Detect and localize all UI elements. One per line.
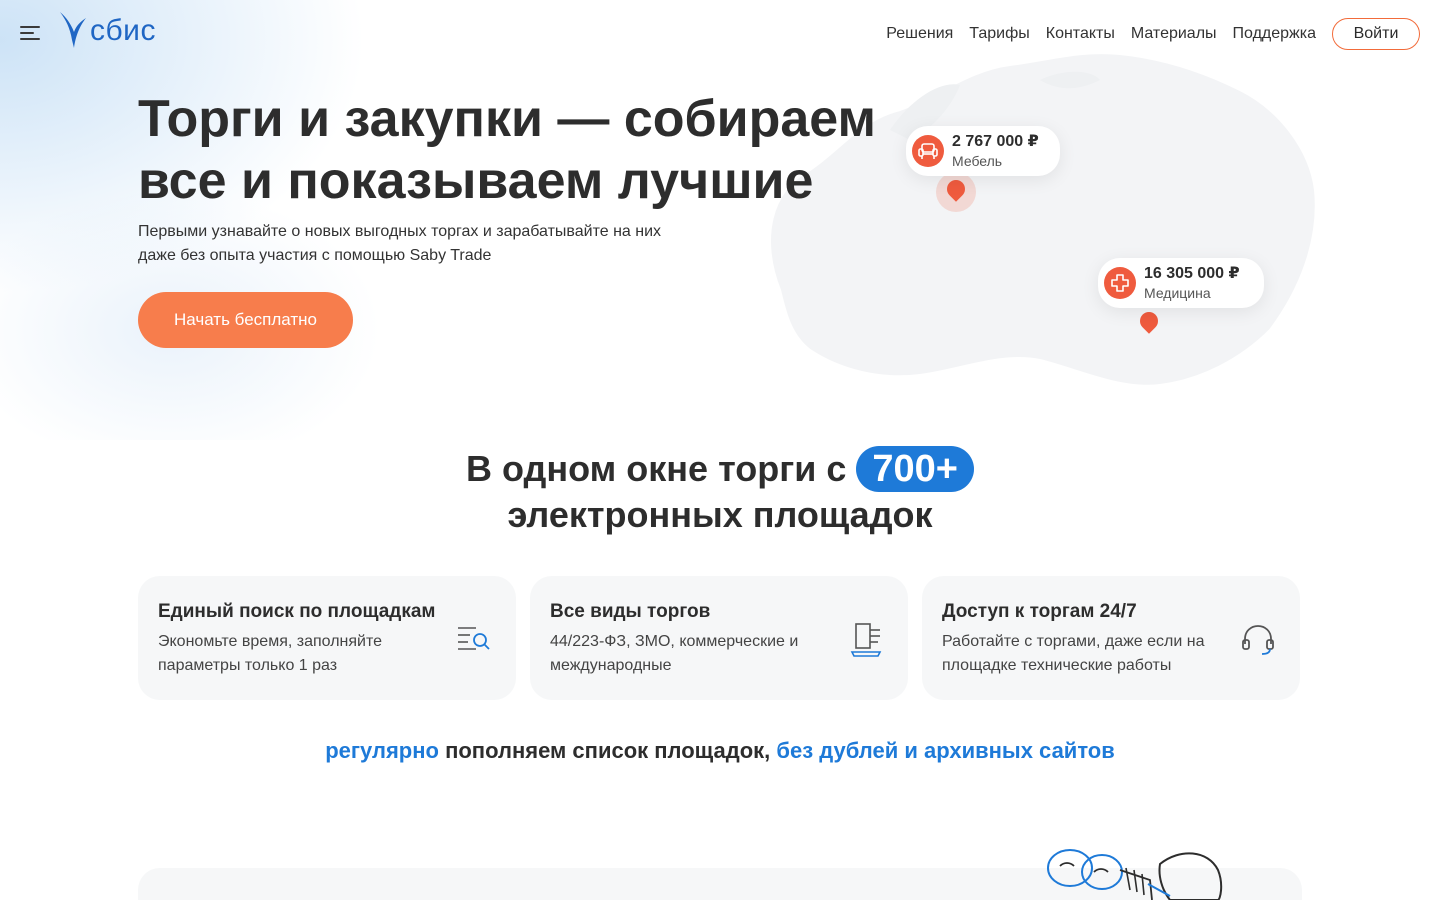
logo-text: сбис xyxy=(90,14,156,47)
headset-icon xyxy=(1242,625,1274,655)
platforms-count-badge: 700+ xyxy=(856,446,974,492)
platforms-title: В одном окне торги с 700+ электронных пл… xyxy=(320,446,1120,538)
feature-desc: Экономьте время, заполняйте параметры то… xyxy=(158,633,383,674)
tagline-part-1: регулярно xyxy=(325,738,439,763)
feature-desc: 44/223-ФЗ, ЗМО, коммерческие и междунаро… xyxy=(550,633,799,674)
login-button[interactable]: Войти xyxy=(1332,18,1420,50)
feature-title: Единый поиск по площадкам xyxy=(158,601,436,622)
binoculars-illustration xyxy=(1047,849,1223,900)
hero-title: Торги и закупки — собираем все и показыв… xyxy=(138,90,876,210)
tagline-part-2: пополняем список площадок, xyxy=(438,738,777,763)
map-pin-card[interactable]: 16 305 000 ₽ Медицина xyxy=(1098,258,1264,308)
pin-amount: 16 305 000 ₽ xyxy=(1144,265,1240,282)
nav-contacts[interactable]: Контакты xyxy=(1046,22,1115,46)
site-header: сбис Решения Тарифы Контакты Материалы П… xyxy=(0,0,1440,70)
nav-materials[interactable]: Материалы xyxy=(1131,22,1217,46)
pin-category: Мебель xyxy=(952,153,1003,169)
menu-burger-icon[interactable] xyxy=(20,24,40,42)
armchair-icon xyxy=(912,135,944,167)
hero-subtitle-line-1: Первыми узнавайте о новых выгодных торга… xyxy=(138,223,662,240)
platforms-title-prefix: В одном окне торги с xyxy=(466,448,847,489)
document-stack-icon xyxy=(850,623,882,657)
nav-solutions[interactable]: Решения xyxy=(886,22,953,46)
feature-card-search[interactable]: Единый поиск по площадкам Экономьте врем… xyxy=(138,576,516,700)
search-list-icon xyxy=(458,627,490,650)
start-free-button[interactable]: Начать бесплатно xyxy=(138,292,353,348)
platforms-title-suffix: электронных площадок xyxy=(507,494,933,535)
feature-card-access[interactable]: Доступ к торгам 24/7 Работайте с торгами… xyxy=(922,576,1300,700)
map-pin-card[interactable]: 2 767 000 ₽ Мебель xyxy=(906,126,1060,176)
feature-title: Все виды торгов xyxy=(550,601,711,622)
pin-category: Медицина xyxy=(1144,285,1211,301)
main-nav: Решения Тарифы Контакты Материалы Поддер… xyxy=(886,22,1316,46)
hero-subtitle-line-2: даже без опыта участия с помощью Saby Tr… xyxy=(138,247,492,264)
feature-card-types[interactable]: Все виды торгов 44/223-ФЗ, ЗМО, коммерче… xyxy=(530,576,908,700)
logo-bird-icon xyxy=(60,12,86,48)
logo[interactable]: сбис xyxy=(58,10,156,50)
tagline: регулярно пополняем список площадок, без… xyxy=(0,736,1440,766)
tagline-part-3: без дублей и архивных сайтов xyxy=(776,738,1115,763)
nav-support[interactable]: Поддержка xyxy=(1233,22,1316,46)
hero-subtitle: Первыми узнавайте о новых выгодных торга… xyxy=(138,220,718,268)
feature-title: Доступ к торгам 24/7 xyxy=(942,601,1137,622)
feature-desc: Работайте с торгами, даже если на площад… xyxy=(942,633,1205,674)
nav-tariffs[interactable]: Тарифы xyxy=(969,22,1029,46)
medical-cross-icon xyxy=(1104,267,1136,299)
pin-amount: 2 767 000 ₽ xyxy=(952,133,1039,150)
